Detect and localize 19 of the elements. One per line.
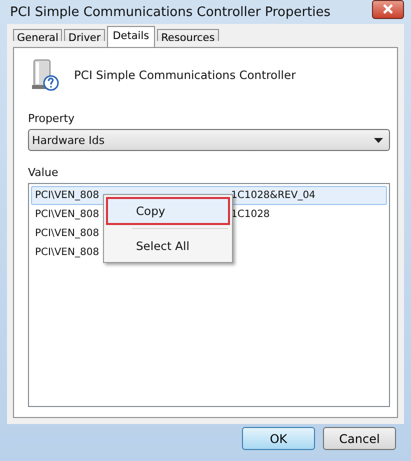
list-item-text[interactable]: 1C1028&REV_04 [231, 190, 386, 201]
list-item-text[interactable]: PCI\VEN_808 [35, 190, 103, 201]
device-name: PCI Simple Communications Controller [74, 68, 296, 82]
property-dropdown[interactable]: Hardware Ids [28, 129, 390, 151]
menu-item[interactable]: Copy [106, 197, 230, 225]
list-item-text[interactable]: 1C1028 [231, 209, 386, 220]
dialog-button[interactable]: Cancel [323, 427, 396, 450]
window-title: PCI Simple Communications Controller Properties [9, 4, 331, 20]
menu-item[interactable]: Select All [106, 232, 230, 260]
list-item-text[interactable]: PCI\VEN_808 [35, 209, 103, 220]
tab[interactable]: Details [106, 26, 156, 47]
list-item-text[interactable]: PCI\VEN_808 [35, 247, 103, 258]
list-item-text[interactable]: PCI\VEN_808 [35, 228, 103, 239]
close-icon [382, 4, 394, 14]
close-button[interactable] [372, 0, 404, 18]
property-label: Property [28, 112, 76, 125]
value-label: Value [28, 166, 60, 179]
dialog-button[interactable]: OK [242, 427, 315, 450]
dropdown-arrow-icon [374, 138, 383, 142]
